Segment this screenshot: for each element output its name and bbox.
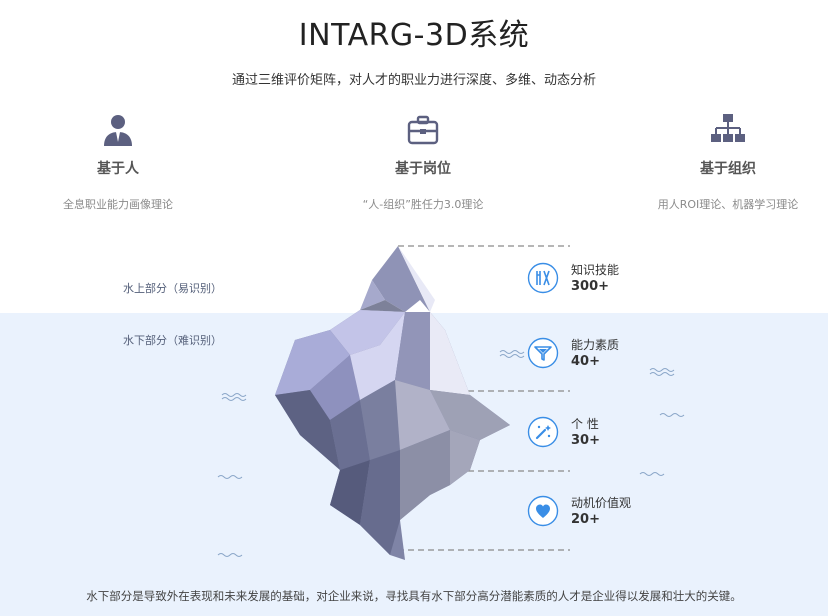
metric-value: 30+ (571, 433, 600, 448)
funnel-icon (527, 337, 559, 369)
metric-name: 动机价值观 (571, 496, 632, 510)
metric-name: 个 性 (571, 417, 599, 431)
metric-value: 40+ (571, 354, 600, 369)
metric-value: 300+ (571, 279, 610, 294)
iceberg-illustration (217, 245, 685, 560)
heart-icon (527, 495, 559, 527)
metric-value: 20+ (571, 512, 600, 527)
above-water-label: 水上部分（易识别） (123, 282, 222, 295)
below-water-label: 水下部分（难识别） (123, 334, 222, 347)
footer-text: 水下部分是导致外在表现和未来发展的基础，对企业来说，寻找具有水下部分高分潜能素质… (86, 589, 742, 603)
tools-icon (527, 262, 559, 294)
magic-wand-icon (527, 416, 559, 448)
metric-name: 知识技能 (571, 263, 620, 277)
metric-name: 能力素质 (571, 338, 620, 352)
